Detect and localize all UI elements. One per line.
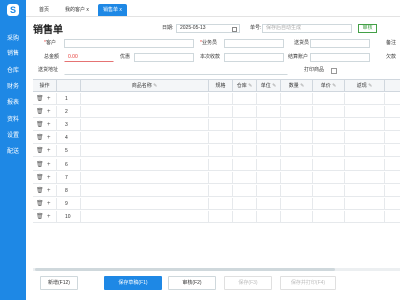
doc-no-label: 单号:: [250, 25, 262, 31]
edit-icon: ✎: [153, 83, 158, 89]
save-button[interactable]: 保存(F3): [224, 276, 272, 290]
discount-label: 优惠: [120, 54, 131, 60]
table-row[interactable]: 🗑 +8: [33, 184, 400, 197]
line-items-table: 操作 商品名称 ✎ 规格 仓库 ✎ 单位 ✎ 数量 ✎ 单价 ✎ 返现 ✎ 🗑 +…: [33, 79, 400, 269]
total-label: 总金额: [44, 54, 60, 60]
print-label: 打印商品: [304, 67, 325, 73]
edit-icon: ✎: [368, 83, 373, 89]
table-row[interactable]: 🗑 +2: [33, 106, 400, 119]
calendar-icon[interactable]: [232, 27, 237, 32]
customer-label: *客户: [44, 40, 56, 46]
cell-divider: [33, 210, 385, 223]
date-label: 日期:: [162, 25, 174, 31]
table-row[interactable]: 🗑 +10: [33, 210, 400, 223]
tab-sales-order[interactable]: 销售单 x: [98, 4, 127, 16]
cell-divider: [33, 93, 385, 105]
app-logo: S: [7, 4, 19, 16]
received-field[interactable]: [224, 53, 284, 62]
col-op: 操作: [33, 80, 57, 92]
cell-divider: [33, 184, 385, 197]
sidebar-item-data[interactable]: 资料: [0, 115, 26, 125]
tab-my-customers[interactable]: 我的客户 x: [60, 4, 94, 16]
table-row[interactable]: 🗑 +3: [33, 119, 400, 132]
settle-account-label: 结算账户: [288, 54, 309, 60]
remark-label: 备注: [386, 40, 397, 46]
tab-home[interactable]: 首页: [34, 4, 54, 16]
cell-divider: [33, 197, 385, 210]
discount-field[interactable]: [134, 53, 194, 62]
edit-icon: ✎: [300, 83, 305, 89]
page-title: 销售单: [33, 25, 63, 36]
sidebar-item-warehouse[interactable]: 仓库: [0, 66, 26, 76]
cell-divider: [33, 171, 385, 184]
table-row[interactable]: 🗑 +7: [33, 171, 400, 184]
table-row[interactable]: 🗑 +6: [33, 158, 400, 171]
edit-icon: ✎: [248, 83, 253, 89]
col-warehouse: 仓库 ✎: [233, 80, 257, 92]
table-row[interactable]: 🗑 +1: [33, 93, 400, 105]
salesperson-label: *业务员: [200, 40, 217, 46]
audit-button[interactable]: 审核(F2): [168, 276, 216, 290]
customer-field[interactable]: [64, 39, 194, 48]
col-spec: 规格: [209, 80, 233, 92]
address-field[interactable]: [64, 66, 288, 75]
col-qty: 数量 ✎: [281, 80, 313, 92]
col-index: [57, 80, 81, 92]
settle-account-field[interactable]: [310, 53, 370, 62]
print-checkbox[interactable]: [331, 68, 337, 74]
table-header: 操作 商品名称 ✎ 规格 仓库 ✎ 单位 ✎ 数量 ✎ 单价 ✎ 返现 ✎: [33, 80, 400, 92]
address-label: 送货地址: [38, 67, 59, 73]
col-unit: 单位 ✎: [257, 80, 281, 92]
owed-label: 欠款: [386, 54, 397, 60]
save-draft-button[interactable]: 保存草稿(F1): [104, 276, 162, 290]
date-value: 2025-05-13: [180, 25, 206, 31]
cell-divider: [33, 132, 385, 145]
sidebar: S 采购 销售 仓库 财务 报表 资料 设置 配送: [0, 0, 26, 300]
sidebar-item-purchase[interactable]: 采购: [0, 34, 26, 44]
salesperson-field[interactable]: [224, 39, 284, 48]
delivery-person-field[interactable]: [310, 39, 370, 48]
new-button[interactable]: 新增(F12): [40, 276, 78, 290]
total-field: 0.00: [64, 53, 114, 62]
confirm-button[interactable]: 审核: [358, 24, 377, 33]
cell-divider: [33, 158, 385, 171]
table-row[interactable]: 🗑 +9: [33, 197, 400, 210]
cell-divider: [33, 106, 385, 119]
tab-bar: 首页 我的客户 x 销售单 x: [26, 0, 400, 17]
scrollbar-thumb[interactable]: [35, 268, 335, 271]
received-label: 本次收款: [200, 54, 221, 60]
sidebar-item-delivery[interactable]: 配送: [0, 147, 26, 157]
sidebar-item-reports[interactable]: 报表: [0, 98, 26, 108]
cell-divider: [33, 145, 385, 158]
delivery-person-label: 送货员: [294, 40, 310, 46]
col-return: 返现 ✎: [345, 80, 385, 92]
sidebar-item-finance[interactable]: 财务: [0, 82, 26, 92]
doc-no-field[interactable]: 保存后自动生成: [262, 24, 352, 33]
edit-icon: ✎: [272, 83, 277, 89]
col-price: 单价 ✎: [313, 80, 345, 92]
edit-icon: ✎: [332, 83, 337, 89]
table-row[interactable]: 🗑 +4: [33, 132, 400, 145]
cell-divider: [33, 119, 385, 132]
table-row[interactable]: 🗑 +5: [33, 145, 400, 158]
sidebar-item-settings[interactable]: 设置: [0, 131, 26, 141]
col-product: 商品名称 ✎: [81, 80, 209, 92]
save-print-button[interactable]: 保存并打印(F4): [280, 276, 336, 290]
horizontal-scrollbar[interactable]: [33, 268, 400, 271]
sidebar-item-sales[interactable]: 销售: [0, 49, 26, 59]
date-field[interactable]: 2025-05-13: [176, 24, 240, 33]
